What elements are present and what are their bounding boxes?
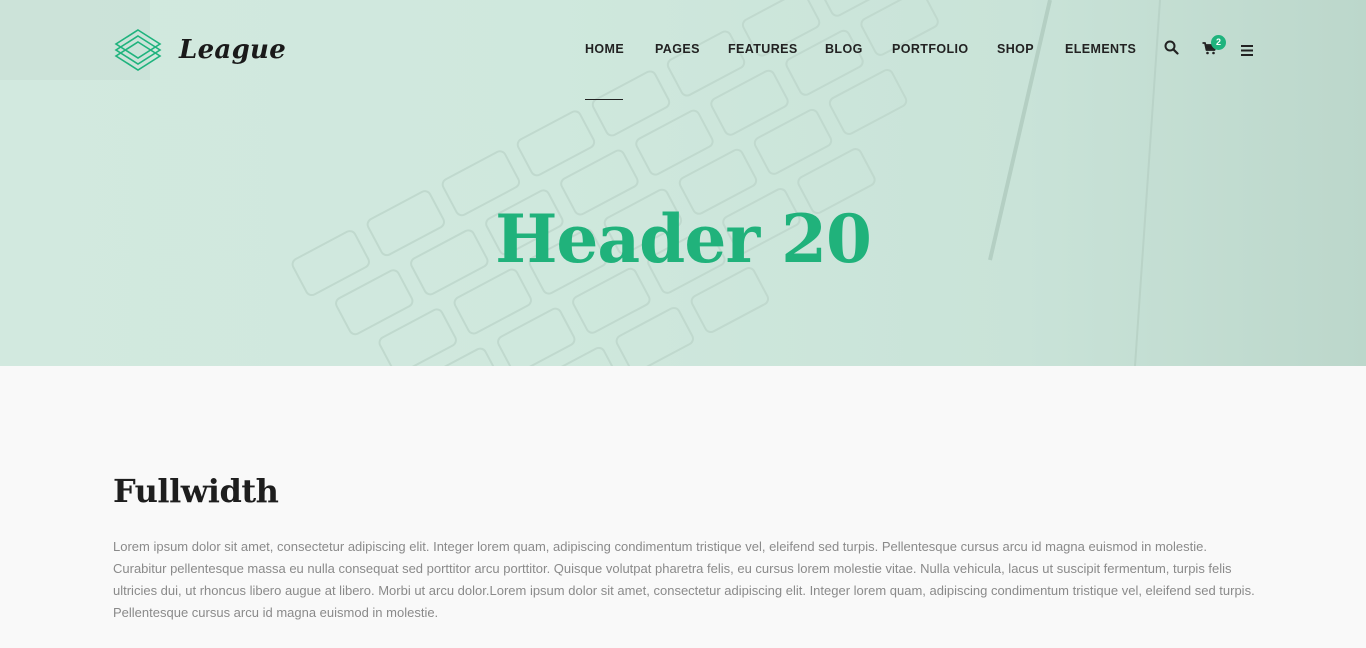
nav-item-portfolio[interactable]: PORTFOLIO xyxy=(892,42,969,56)
nav-item-features[interactable]: FEATURES xyxy=(728,42,798,56)
section-title: Fullwidth xyxy=(113,472,279,510)
nav-item-home[interactable]: HOME xyxy=(585,42,624,56)
nav-item-shop[interactable]: SHOP xyxy=(997,42,1034,56)
nav-item-elements[interactable]: ELEMENTS xyxy=(1065,42,1136,56)
menu-icon xyxy=(1241,45,1253,56)
brand-name: League xyxy=(179,35,287,65)
nav-item-pages[interactable]: PAGES xyxy=(655,42,700,56)
section-body-text: Lorem ipsum dolor sit amet, consectetur … xyxy=(113,539,1255,620)
layers-logo-icon xyxy=(114,29,162,71)
search-button[interactable] xyxy=(1164,40,1179,60)
brand-logo[interactable]: League xyxy=(113,28,286,72)
nav-item-blog[interactable]: BLOG xyxy=(825,42,863,56)
hero-banner: League HOME PAGES FEATURES BLOG PORTFOLI… xyxy=(0,0,1366,366)
cart-count-badge: 2 xyxy=(1211,35,1226,50)
active-nav-indicator xyxy=(585,99,623,100)
menu-button[interactable] xyxy=(1241,43,1253,61)
search-icon xyxy=(1164,40,1179,55)
page-title: Header 20 xyxy=(495,200,872,278)
